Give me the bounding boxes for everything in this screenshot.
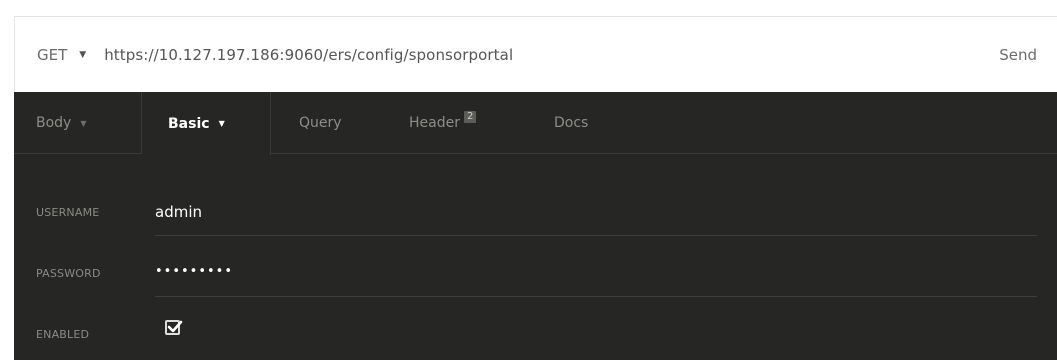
tab-header[interactable]: Header 2 [409, 92, 477, 154]
enabled-checkbox[interactable] [165, 320, 183, 335]
tab-header-label: Header [409, 115, 460, 131]
request-url-bar: GET ▼ https://10.127.197.186:9060/ers/co… [14, 16, 1057, 92]
tab-docs[interactable]: Docs [554, 92, 588, 154]
enabled-label: ENABLED [36, 328, 90, 341]
password-field[interactable]: ••••••••• [155, 264, 1037, 297]
tab-basic-label: Basic [168, 115, 210, 132]
http-method-label: GET [37, 45, 68, 64]
tab-query-label: Query [299, 115, 342, 131]
tab-query[interactable]: Query [299, 92, 342, 154]
header-count-badge: 2 [463, 111, 477, 123]
chevron-down-icon: ▼ [80, 118, 87, 128]
chevron-down-icon: ▼ [79, 49, 87, 60]
checkmark-icon [167, 320, 183, 333]
tab-docs-label: Docs [554, 115, 589, 131]
send-button[interactable]: Send [999, 46, 1037, 64]
url-input[interactable]: https://10.127.197.186:9060/ers/config/s… [104, 46, 999, 64]
request-tabs: Body ▼ Basic ▼ Query Header 2 Docs [14, 92, 1057, 155]
chevron-down-icon: ▼ [218, 119, 225, 128]
username-label: USERNAME [36, 206, 100, 219]
tab-body[interactable]: Body ▼ [14, 92, 142, 154]
tab-basic-auth[interactable]: Basic ▼ [142, 92, 271, 155]
rest-client-app: GET ▼ https://10.127.197.186:9060/ers/co… [0, 0, 1057, 360]
http-method-dropdown[interactable]: GET ▼ [37, 46, 86, 64]
tab-body-label: Body [36, 115, 72, 131]
username-field[interactable]: admin [155, 203, 1037, 236]
request-panel: Body ▼ Basic ▼ Query Header 2 Docs USERN… [14, 92, 1057, 360]
password-label: PASSWORD [36, 267, 101, 280]
